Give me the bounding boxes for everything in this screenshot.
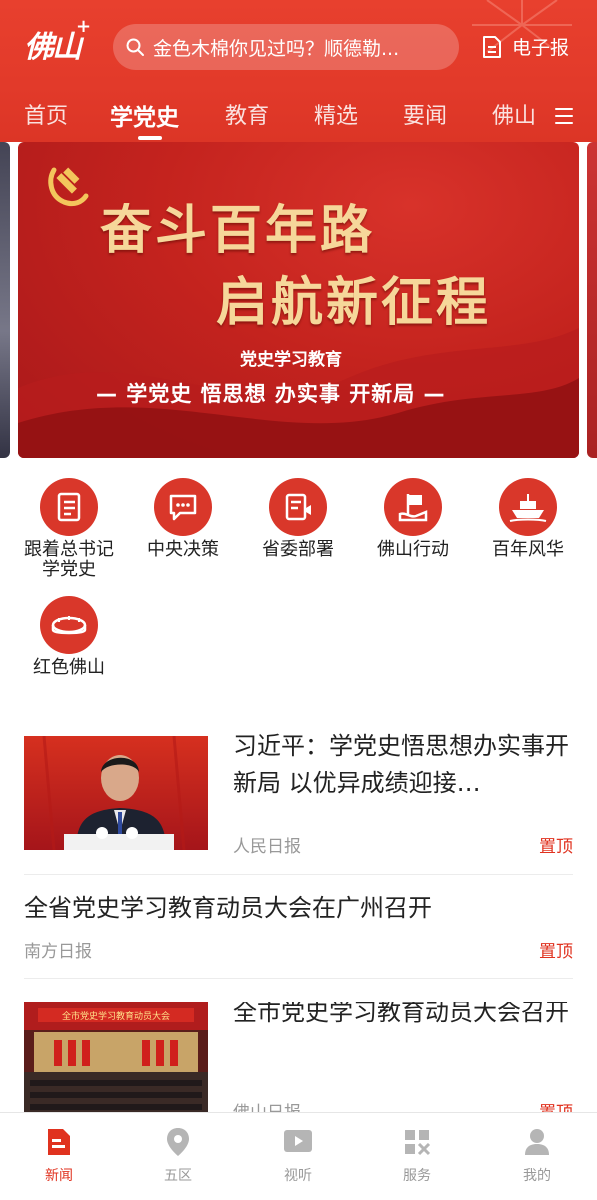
banner-carousel[interactable]: 奋斗百年路 启航新征程 党史学习教育 — 学党史 悟思想 办实事 开新局 —: [0, 142, 597, 458]
news-divider: [24, 874, 573, 875]
banner-slogan: — 学党史 悟思想 办实事 开新局 —: [96, 382, 446, 406]
logo-text: 佛山: [24, 30, 82, 65]
tab-featured[interactable]: 精选: [314, 98, 358, 130]
nav-districts[interactable]: 五区: [138, 1127, 218, 1185]
menu-icon[interactable]: [555, 108, 573, 124]
nav-services[interactable]: 服务: [377, 1127, 457, 1185]
category-label: 佛山行动: [377, 539, 449, 560]
nav-label: 新闻: [45, 1168, 73, 1184]
nav-label: 服务: [403, 1168, 431, 1184]
active-tab-indicator: [138, 136, 162, 140]
carousel-prev-card[interactable]: [0, 142, 10, 458]
news-icon: [44, 1127, 74, 1157]
news-divider: [24, 978, 573, 979]
nav-profile[interactable]: 我的: [497, 1127, 577, 1185]
document-icon: [483, 35, 501, 58]
category-label: 百年风华: [492, 539, 564, 560]
category-red-foshan[interactable]: 红色佛山: [12, 596, 126, 678]
news-source: 佛山日报: [233, 1098, 301, 1112]
channel-tabs: 首页 学党史 教育 精选 要闻 佛山: [0, 96, 597, 142]
search-bar[interactable]: 金色木棉你见过吗？顺德勒...: [113, 24, 459, 70]
tab-home[interactable]: 首页: [24, 98, 68, 130]
grid-service-icon: [402, 1127, 432, 1157]
search-placeholder: 金色木棉你见过吗？顺德勒...: [153, 37, 400, 60]
pinned-badge: 置顶: [539, 1098, 573, 1112]
banner-subtitle: 党史学习教育: [240, 350, 342, 370]
epaper-label: 电子报: [512, 37, 570, 59]
tab-foshan[interactable]: 佛山: [492, 98, 536, 130]
tab-party-history[interactable]: 学党史: [110, 98, 179, 132]
play-video-icon: [283, 1127, 313, 1157]
news-item[interactable]: 全市党史学习教育动员大会 全市党史学习教育动员大会召开 佛山日报 置顶: [24, 1002, 573, 1112]
book-list-icon: [40, 478, 98, 536]
news-title: 全省党史学习教育动员大会在广州召开: [24, 894, 432, 922]
category-label: 红色佛山: [33, 657, 105, 678]
chat-bubble-icon: [154, 478, 212, 536]
news-item[interactable]: 全省党史学习教育动员大会在广州召开 南方日报 置顶: [24, 890, 573, 970]
category-central-decisions[interactable]: 中央决策: [126, 478, 240, 560]
category-label: 省委部署: [262, 539, 334, 560]
category-provincial-plan[interactable]: 省委部署: [241, 478, 355, 560]
news-item[interactable]: 习近平：学党史悟思想办实事开新局 以优异成绩迎接… 人民日报 置顶: [24, 732, 573, 857]
news-source: 南方日报: [24, 942, 92, 962]
epaper-button[interactable]: 电子报: [482, 33, 569, 60]
app-logo[interactable]: 佛山 +: [24, 16, 94, 74]
party-emblem-icon: [48, 167, 89, 207]
search-icon: [126, 38, 144, 56]
nav-label: 视听: [284, 1168, 312, 1184]
tab-education[interactable]: 教育: [225, 98, 269, 130]
nav-av[interactable]: 视听: [258, 1127, 338, 1185]
hand-flag-icon: [384, 478, 442, 536]
news-title: 习近平：学党史悟思想办实事开新局 以优异成绩迎接…: [233, 732, 569, 797]
location-pin-icon: [163, 1127, 193, 1157]
news-thumbnail: 全市党史学习教育动员大会: [24, 1002, 208, 1112]
banner-title-line2: 启航新征程: [216, 272, 492, 333]
category-label: 跟着总书记学党史: [24, 539, 114, 580]
pinned-badge: 置顶: [539, 837, 573, 857]
nav-label: 我的: [523, 1168, 551, 1184]
news-source: 人民日报: [233, 837, 301, 857]
app-header: 佛山 + 金色木棉你见过吗？顺德勒... 电子报 首页 学党史 教育 精选 要闻…: [0, 0, 597, 142]
tab-headlines[interactable]: 要闻: [403, 98, 447, 130]
bottom-navigation: 新闻 五区 视听 服务 我的: [0, 1112, 597, 1200]
logo-plus: +: [76, 16, 91, 37]
carousel-next-card[interactable]: [587, 142, 597, 458]
banner-title-line1: 奋斗百年路: [100, 200, 376, 261]
news-title: 全市党史学习教育动员大会召开: [233, 1002, 569, 1026]
category-century-glory[interactable]: 百年风华: [471, 478, 585, 560]
category-label: 中央决策: [147, 539, 219, 560]
document-speaker-icon: [269, 478, 327, 536]
banner-slide[interactable]: 奋斗百年路 启航新征程 党史学习教育 — 学党史 悟思想 办实事 开新局 —: [18, 142, 579, 458]
nav-news[interactable]: 新闻: [19, 1127, 99, 1185]
category-follow-secretary[interactable]: 跟着总书记学党史: [12, 478, 126, 580]
user-icon: [522, 1127, 552, 1157]
svg-text:全市党史学习教育动员大会: 全市党史学习教育动员大会: [62, 1010, 170, 1022]
news-thumbnail: [24, 736, 208, 850]
nav-label: 五区: [164, 1168, 192, 1184]
category-foshan-action[interactable]: 佛山行动: [356, 478, 470, 560]
pinned-badge: 置顶: [539, 942, 573, 962]
stadium-icon: [40, 596, 98, 654]
red-boat-icon: [499, 478, 557, 536]
